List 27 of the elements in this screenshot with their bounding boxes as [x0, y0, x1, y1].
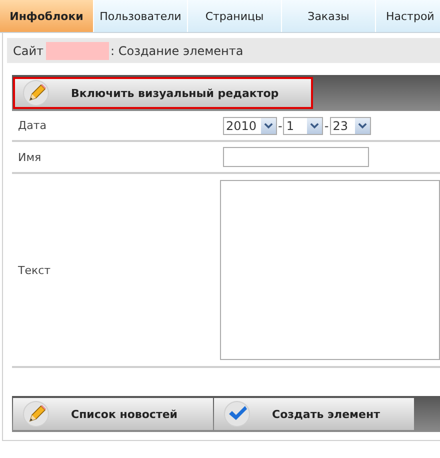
text-area[interactable] [220, 180, 440, 360]
heading-text: Сайт [13, 44, 44, 58]
tab[interactable]: Инфоблоки [0, 0, 94, 32]
date-separator: - [324, 118, 329, 132]
caret-icon [307, 118, 322, 134]
pencil-icon [23, 401, 49, 427]
caret-icon [354, 118, 370, 134]
tab[interactable]: Пользователи [94, 0, 188, 32]
field-label: Имя [17, 150, 42, 164]
caret-icon [261, 118, 276, 134]
tab[interactable]: Настрой [376, 0, 440, 32]
create-element-button[interactable]: Создать элемент [214, 398, 414, 430]
input-field[interactable] [223, 147, 369, 167]
date-dropdown[interactable]: 2010 [223, 116, 277, 134]
field-label: Текст [17, 264, 52, 276]
date-separator: - [278, 118, 282, 132]
redacted-block [46, 42, 109, 60]
visual-editor-button[interactable]: Включить визуальный редактор [13, 77, 313, 109]
field-label: Дата [17, 119, 48, 132]
date-dropdown[interactable]: 23 [330, 116, 371, 134]
pencil-icon [23, 80, 49, 106]
heading-text: : Создание элемента [110, 44, 244, 58]
tab[interactable]: Страницы [188, 0, 282, 32]
tab[interactable]: Заказы [282, 0, 376, 32]
checkmark-icon [224, 401, 250, 427]
news-list-button[interactable]: Список новостей [13, 398, 213, 430]
date-dropdown[interactable]: 1 [283, 116, 324, 134]
